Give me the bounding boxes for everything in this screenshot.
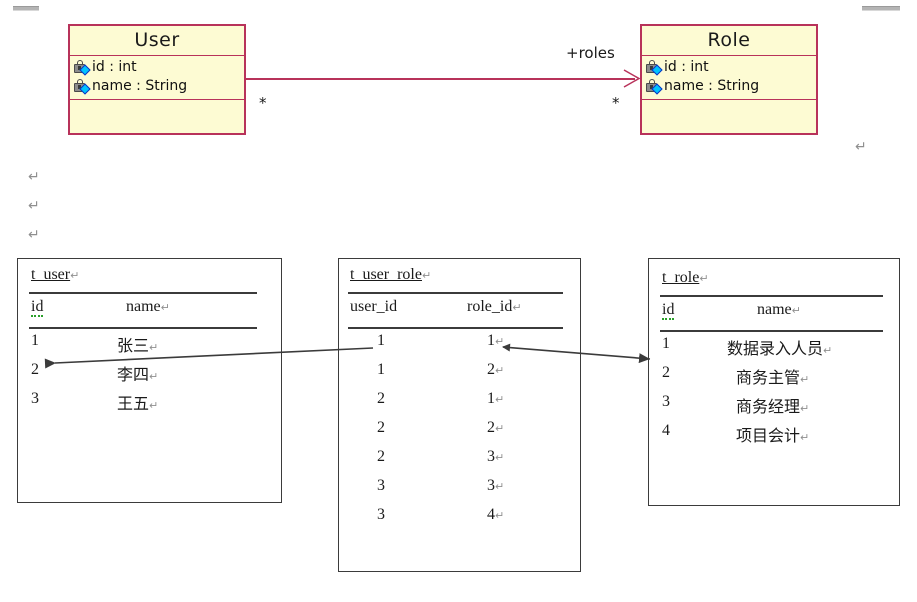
table-rule — [29, 327, 257, 329]
table-cell: 张三↵ — [117, 338, 159, 355]
table-cell: 2 — [377, 448, 385, 465]
table-cell: 3 — [662, 393, 670, 410]
table-cell: 3 — [31, 390, 39, 407]
db-table-t-user-name: t_user↵ — [31, 266, 80, 283]
db-table-t-role-name: t_role↵ — [662, 269, 709, 286]
uml-attribute-row: id : int — [646, 58, 816, 77]
table-cell: 2↵ — [487, 361, 505, 378]
association-arrowhead — [623, 69, 641, 88]
association-multiplicity-source: * — [259, 94, 267, 112]
table-cell: 王五↵ — [117, 396, 159, 413]
table-cell: 项目会计↵ — [736, 428, 810, 445]
uml-class-role-attributes: id : int name : String — [642, 56, 816, 100]
table-cell: 2 — [31, 361, 39, 378]
paragraph-mark: ↵ — [28, 198, 40, 214]
uml-attribute-label: name : String — [92, 77, 188, 94]
column-header-id: id — [662, 301, 675, 320]
uml-attribute-row: name : String — [74, 77, 244, 96]
table-cell: 2 — [377, 419, 385, 436]
table-cell: 4 — [662, 422, 670, 439]
table-cell: 商务经理↵ — [736, 399, 810, 416]
column-header-user-id: user_id — [350, 298, 398, 315]
table-cell: 2↵ — [487, 419, 505, 436]
table-cell: 1 — [377, 332, 385, 349]
association-multiplicity-target: * — [612, 94, 620, 112]
private-lock-icon — [646, 59, 663, 76]
private-lock-icon — [74, 59, 91, 76]
column-header-name: name↵ — [757, 301, 801, 318]
table-cell: 商务主管↵ — [736, 370, 810, 387]
association-role-label: +roles — [566, 44, 615, 62]
association-line[interactable] — [246, 78, 635, 80]
db-table-t-role[interactable]: t_role↵ id name↵ 1 2 3 4 数据录入人员↵ 商务主管↵ 商… — [648, 258, 900, 506]
table-cell: 3↵ — [487, 448, 505, 465]
paragraph-mark: ↵ — [28, 169, 40, 185]
db-table-t-user-role[interactable]: t_user_role↵ user_id role_id↵ 1 1 2 2 2 … — [338, 258, 581, 572]
uml-attribute-label: id : int — [92, 59, 137, 75]
table-cell: 李四↵ — [117, 367, 159, 384]
table-rule — [660, 330, 883, 332]
table-cell: 1 — [662, 335, 670, 352]
uml-class-user-attributes: id : int name : String — [70, 56, 244, 100]
table-cell: 2 — [662, 364, 670, 381]
paragraph-mark: ↵ — [855, 139, 867, 155]
margin-mark-top-right — [862, 6, 900, 11]
uml-class-role-title: Role — [642, 26, 816, 56]
table-rule — [348, 327, 563, 329]
table-rule — [660, 295, 883, 297]
table-cell: 3 — [377, 506, 385, 523]
uml-attribute-row: name : String — [646, 77, 816, 96]
uml-attribute-label: id : int — [664, 59, 709, 75]
table-cell: 2 — [377, 390, 385, 407]
uml-attribute-label: name : String — [664, 77, 760, 94]
uml-class-user[interactable]: User id : int name : String — [68, 24, 246, 135]
table-cell: 数据录入人员↵ — [727, 341, 833, 358]
table-cell: 1 — [31, 332, 39, 349]
table-cell: 1↵ — [487, 332, 505, 349]
table-cell: 3 — [377, 477, 385, 494]
column-header-name: name↵ — [126, 298, 170, 315]
uml-class-role-operations — [642, 100, 816, 122]
paragraph-mark: ↵ — [28, 227, 40, 243]
table-cell: 3↵ — [487, 477, 505, 494]
table-rule — [348, 292, 563, 294]
column-header-role-id: role_id↵ — [467, 298, 522, 315]
uml-class-role[interactable]: Role id : int name : String — [640, 24, 818, 135]
private-lock-icon — [646, 78, 663, 95]
column-header-id: id — [31, 298, 44, 317]
private-lock-icon — [74, 78, 91, 95]
uml-class-user-operations — [70, 100, 244, 122]
db-table-t-user[interactable]: t_user↵ id name↵ 1 2 3 张三↵ 李四↵ 王五↵ — [17, 258, 282, 503]
table-rule — [29, 292, 257, 294]
table-cell: 4↵ — [487, 506, 505, 523]
uml-attribute-row: id : int — [74, 58, 244, 77]
uml-class-user-title: User — [70, 26, 244, 56]
table-cell: 1 — [377, 361, 385, 378]
table-cell: 1↵ — [487, 390, 505, 407]
margin-mark-top-left — [13, 6, 39, 11]
db-table-t-user-role-name: t_user_role↵ — [350, 266, 432, 283]
